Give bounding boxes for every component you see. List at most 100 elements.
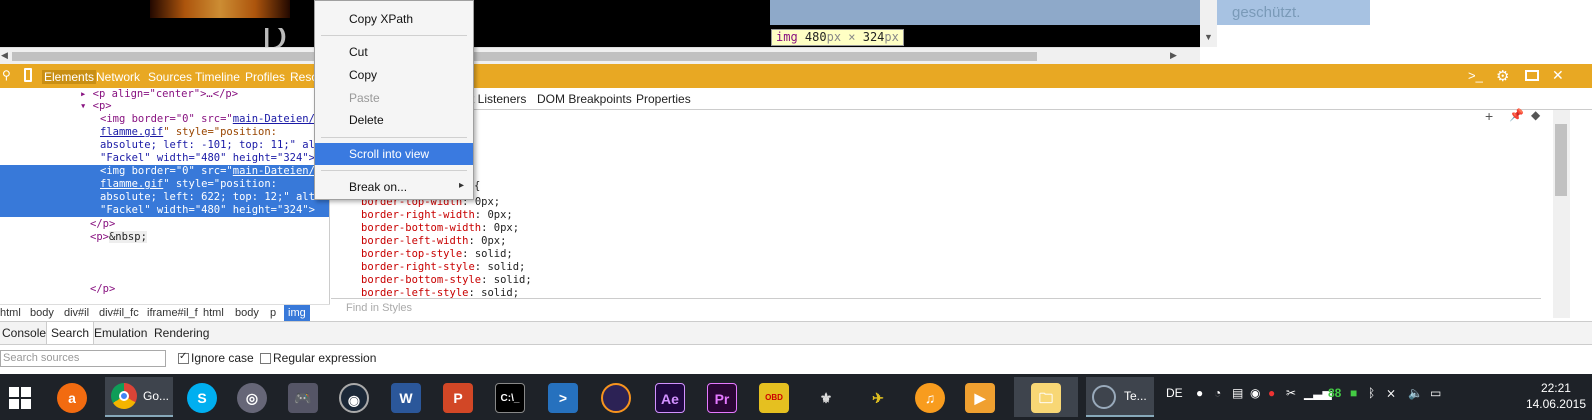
tooltip-width: 480	[804, 30, 827, 44]
powershell-icon[interactable]: >	[543, 377, 583, 417]
tab-emulation[interactable]: Emulation	[94, 326, 147, 340]
style-declaration[interactable]: border-left-width: 0px;	[361, 235, 506, 248]
tab-search[interactable]: Search	[46, 322, 95, 344]
menu-item-scroll-into-view[interactable]: Scroll into view	[315, 143, 473, 165]
new-style-rule-icon[interactable]: +	[1485, 108, 1493, 124]
premiere-icon[interactable]: Pr	[702, 377, 742, 417]
file-explorer-icon[interactable]: 🗀	[1014, 377, 1078, 417]
word-icon[interactable]: W	[386, 377, 426, 417]
breadcrumb-html-2[interactable]: html	[203, 307, 224, 319]
tray-icon[interactable]: ●	[1196, 386, 1203, 400]
clock-date: 14.06.2015	[1525, 397, 1586, 411]
regex-checkbox[interactable]	[260, 353, 271, 364]
language-indicator[interactable]: DE	[1166, 386, 1183, 400]
tree-node-p-open[interactable]: ▾ <p>	[80, 100, 112, 113]
find-in-styles-input[interactable]: Find in Styles	[331, 298, 1541, 316]
device-mode-icon[interactable]	[24, 68, 32, 82]
cmd-icon[interactable]: C:\_	[490, 377, 530, 417]
tree-node-img-1[interactable]: <img border="0" src="main-Dateien/	[100, 113, 315, 126]
avast-icon[interactable]: a	[52, 377, 92, 417]
breadcrumb-body-2[interactable]: body	[235, 307, 259, 319]
taskbar-chrome[interactable]: Go...	[105, 377, 173, 417]
tray-icon[interactable]: ◔	[1214, 386, 1221, 400]
tab-elements[interactable]: Elements	[42, 70, 97, 84]
notifications-icon[interactable]: ▭	[1430, 386, 1441, 400]
style-declaration[interactable]: border-bottom-width: 0px;	[361, 222, 519, 235]
network-icon[interactable]: ⨯	[1386, 386, 1396, 400]
tree-node-img-2[interactable]: <img border="0" src="main-Dateien/	[100, 165, 315, 178]
elements-tree[interactable]: ▸ <p align="center">…</p> ▾ <p> <img bor…	[0, 88, 330, 304]
tab-properties[interactable]: Properties	[636, 92, 691, 106]
search-icon[interactable]: ⚲	[2, 68, 11, 82]
speaker-icon[interactable]: 🔈	[1408, 386, 1423, 400]
dock-side-icon[interactable]	[1525, 70, 1539, 81]
breadcrumb-div-il[interactable]: div#il	[64, 307, 89, 319]
scrollbar-thumb[interactable]	[12, 52, 1037, 61]
eclipse-icon[interactable]	[596, 377, 636, 417]
ignore-case-label: Ignore case	[191, 351, 254, 365]
close-icon[interactable]: ✕	[1552, 67, 1564, 84]
wrench-app-icon[interactable]: ✈	[858, 377, 898, 417]
tree-node-p-nbsp[interactable]: <p>&nbsp;	[90, 231, 147, 244]
tray-icon[interactable]: ✂	[1286, 386, 1296, 400]
scrollbar-thumb[interactable]	[1555, 124, 1567, 196]
style-declaration[interactable]: border-right-width: 0px;	[361, 209, 513, 222]
menu-item-break-on[interactable]: Break on...	[315, 176, 473, 198]
breadcrumb-html[interactable]: html	[0, 307, 21, 319]
tray-icon[interactable]: ◉	[1250, 386, 1260, 400]
search-input[interactable]: Search sources	[0, 350, 166, 367]
taskbar-terminal[interactable]: Te...	[1086, 377, 1154, 417]
powerpoint-icon[interactable]: P	[438, 377, 478, 417]
steam-icon[interactable]: ◉	[334, 377, 374, 417]
fl-studio-icon[interactable]: ♫	[910, 377, 950, 417]
taskbar-terminal-label: Te...	[1124, 389, 1147, 403]
ignore-case-checkbox[interactable]	[178, 351, 189, 364]
tree-node-p-close-2[interactable]: </p>	[90, 283, 115, 296]
tab-console[interactable]: Console	[2, 326, 46, 340]
tray-icon[interactable]: ▤	[1232, 386, 1243, 400]
windows-start-icon[interactable]	[0, 377, 40, 417]
tray-counter[interactable]: 88	[1328, 386, 1341, 400]
styles-vertical-scrollbar[interactable]	[1553, 110, 1570, 318]
breadcrumb-p[interactable]: p	[270, 307, 276, 319]
tree-node-p-close[interactable]: </p>	[90, 218, 115, 231]
globe-icon[interactable]: ◎	[232, 377, 272, 417]
scroll-down-arrow-icon[interactable]: ▼	[1204, 32, 1213, 42]
skype-icon[interactable]: S	[182, 377, 222, 417]
tab-dom-breakpoints[interactable]: DOM Breakpoints	[537, 92, 632, 106]
tab-rendering[interactable]: Rendering	[154, 326, 209, 340]
menu-item-delete[interactable]: Delete	[315, 109, 473, 131]
tab-profiles[interactable]: Profiles	[245, 70, 285, 84]
tray-icon[interactable]: ●	[1268, 386, 1275, 400]
after-effects-icon[interactable]: Ae	[650, 377, 690, 417]
pin-icon[interactable]: 📌	[1509, 108, 1524, 122]
element-state-icon[interactable]: ◆	[1531, 108, 1540, 122]
bluetooth-icon[interactable]: ᛒ	[1368, 386, 1375, 400]
tab-sources[interactable]: Sources	[148, 70, 192, 84]
breadcrumb-iframe[interactable]: iframe#il_f	[147, 307, 198, 319]
menu-item-copy[interactable]: Copy	[315, 64, 473, 86]
tab-timeline[interactable]: Timeline	[195, 70, 240, 84]
tab-event-listeners[interactable]: t Listeners	[471, 92, 526, 106]
preview-vertical-scrollbar[interactable]: ▼	[1200, 0, 1217, 47]
tray-icon[interactable]: ■	[1350, 386, 1357, 400]
breadcrumb-div-il-fc[interactable]: div#il_fc	[99, 307, 139, 319]
tab-network[interactable]: Network	[96, 70, 140, 84]
taskbar-clock[interactable]: 22:21 14.06.2015	[1526, 380, 1586, 412]
menu-item-cut[interactable]: Cut	[315, 41, 473, 63]
skyrim-icon[interactable]: ⚜	[806, 377, 846, 417]
breadcrumb-body[interactable]: body	[30, 307, 54, 319]
media-player-icon[interactable]: ▶	[960, 377, 1000, 417]
gear-icon[interactable]: ⚙	[1496, 67, 1509, 85]
scroll-right-arrow-icon[interactable]: ▶	[1170, 50, 1177, 61]
obd-check-icon[interactable]: OBD	[754, 377, 794, 417]
menu-item-copy-xpath[interactable]: Copy XPath	[315, 8, 473, 30]
console-drawer-icon[interactable]: >_	[1468, 68, 1483, 83]
scroll-left-arrow-icon[interactable]: ◀	[1, 50, 8, 61]
style-declaration[interactable]: border-bottom-style: solid;	[361, 274, 532, 287]
style-declaration[interactable]: border-right-style: solid;	[361, 261, 525, 274]
breadcrumb-img[interactable]: img	[284, 305, 310, 321]
style-declaration[interactable]: border-top-style: solid;	[361, 248, 513, 261]
preview-horizontal-scrollbar[interactable]: ◀ ▶	[0, 47, 1200, 64]
gamepad-icon[interactable]: 🎮	[283, 377, 323, 417]
